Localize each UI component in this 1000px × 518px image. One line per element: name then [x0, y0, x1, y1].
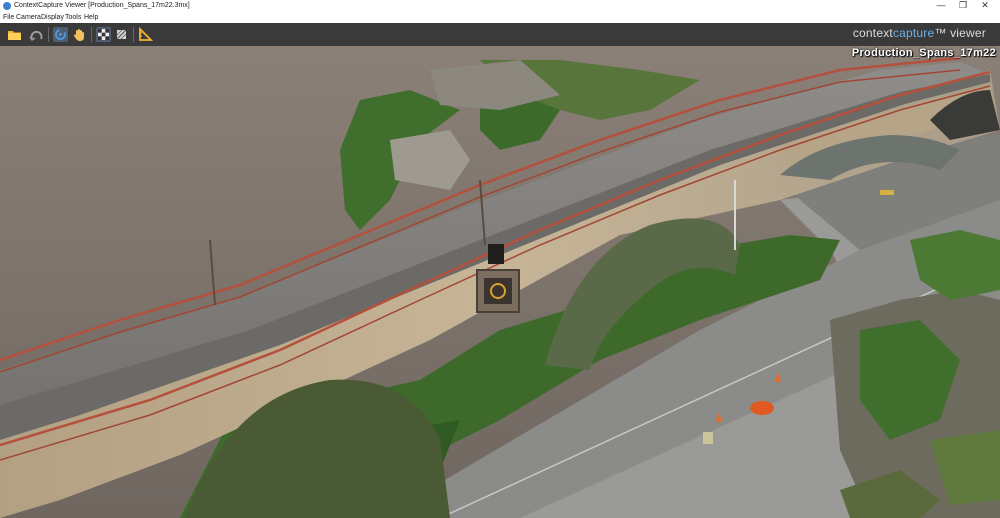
- brand-viewer: ™ viewer: [934, 26, 986, 40]
- layers-icon: [116, 29, 127, 40]
- toolbar-separator: [133, 27, 134, 42]
- rotate-icon: [55, 29, 66, 40]
- measure-icon: [139, 26, 154, 41]
- rotate-button[interactable]: [53, 27, 68, 42]
- toolbar-separator: [48, 27, 49, 42]
- texture-toggle-button[interactable]: [96, 27, 111, 42]
- menu-help[interactable]: Help: [84, 13, 98, 22]
- open-folder-button[interactable]: [7, 27, 22, 42]
- pan-hand-icon: [73, 29, 84, 41]
- toolbar-separator: [91, 27, 92, 42]
- window-title: ContextCapture Viewer [Production_Spans_…: [14, 2, 190, 9]
- pan-button[interactable]: [72, 27, 87, 42]
- brand-capture: capture: [892, 26, 935, 40]
- menu-file[interactable]: File: [3, 13, 14, 22]
- orbit-button[interactable]: [29, 27, 44, 42]
- open-folder-icon: [8, 31, 21, 40]
- minimize-button[interactable]: —: [930, 0, 952, 12]
- brand-logo: contextcapture™ viewer: [853, 26, 986, 40]
- menu-display[interactable]: Display: [41, 13, 64, 22]
- menu-bar: File Camera Display Tools Help: [0, 12, 1000, 23]
- app-icon: [3, 2, 11, 10]
- layers-button[interactable]: [114, 27, 129, 42]
- menu-camera[interactable]: Camera: [16, 13, 41, 22]
- checkerboard-icon: [98, 29, 109, 40]
- orbit-icon: [29, 30, 43, 42]
- measure-button[interactable]: [138, 26, 154, 42]
- toolbar: [0, 23, 1000, 47]
- close-button[interactable]: ✕: [974, 0, 996, 12]
- maximize-button[interactable]: ❐: [952, 0, 974, 12]
- scene-label: Production_Spans_17m22: [851, 47, 996, 59]
- bridge-3d-model: [0, 46, 1000, 518]
- 3d-viewport[interactable]: [0, 46, 1000, 518]
- menu-tools[interactable]: Tools: [65, 13, 81, 22]
- brand-context: context: [852, 26, 893, 40]
